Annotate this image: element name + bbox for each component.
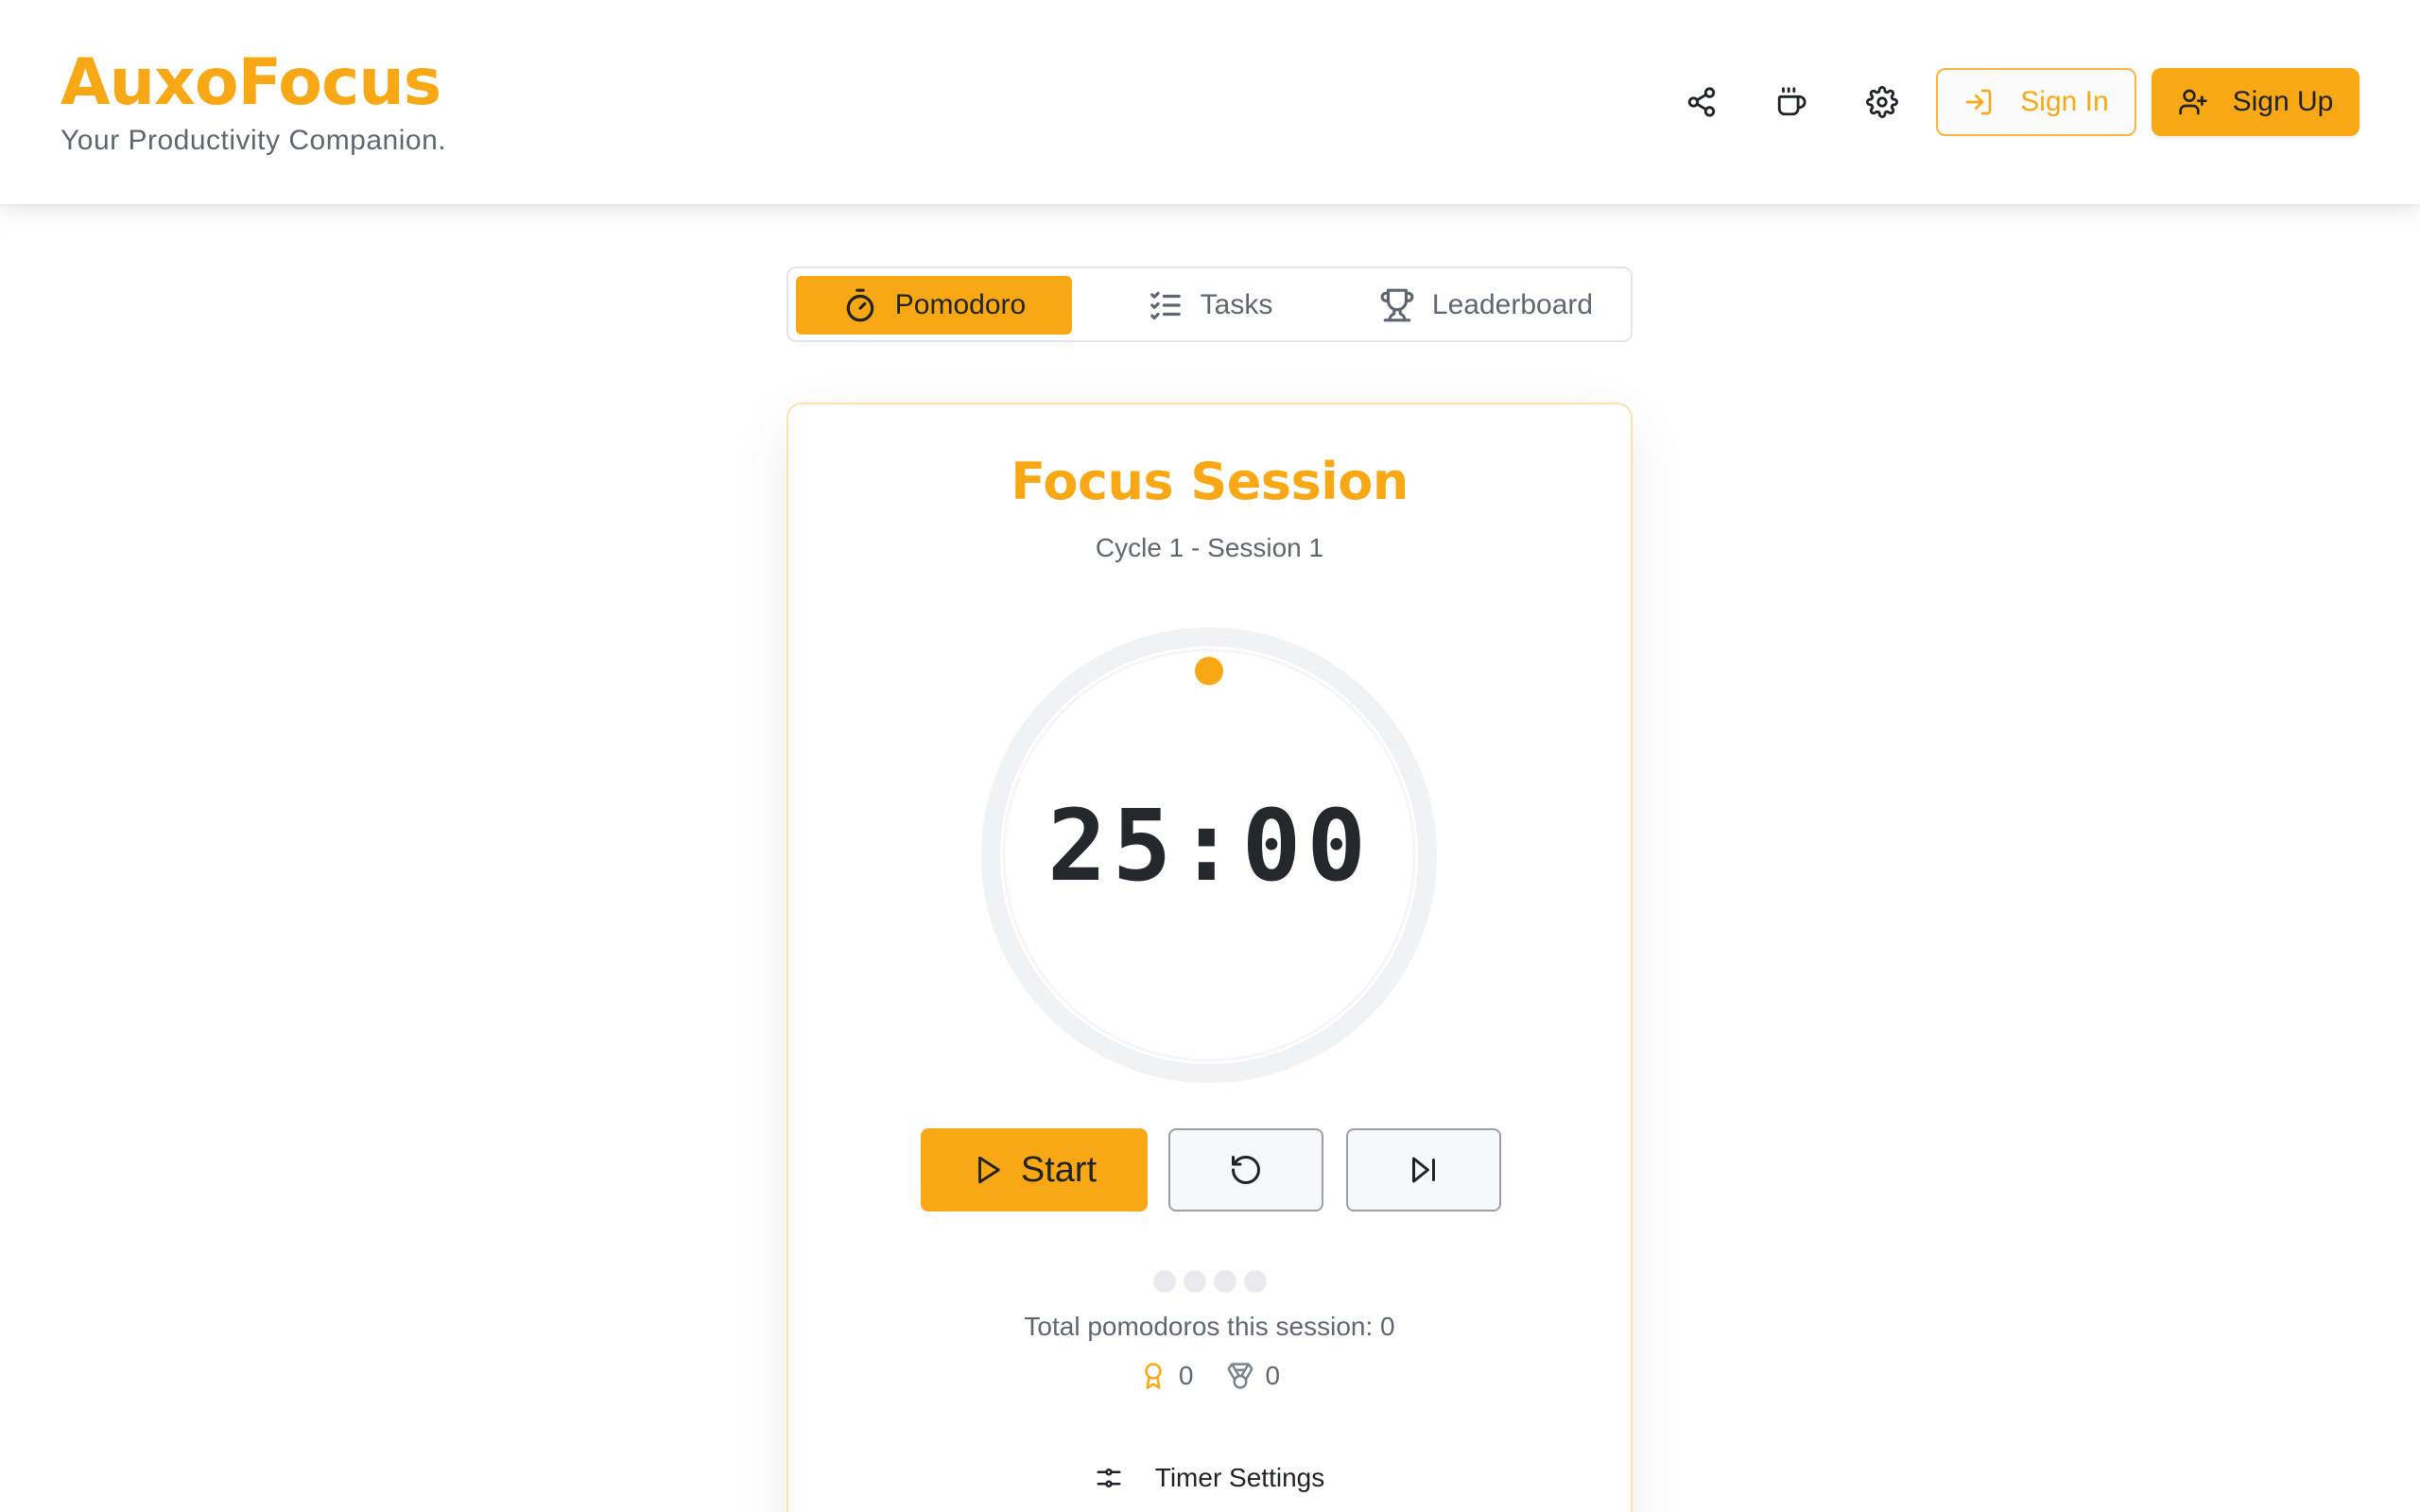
skip-forward-icon (1412, 1157, 1435, 1183)
user-plus-icon (2178, 89, 2207, 115)
sign-in-label: Sign In (2020, 86, 2109, 117)
log-in-icon (1965, 89, 1992, 115)
tab-leaderboard[interactable]: Leaderboard (1348, 276, 1624, 335)
tab-pomodoro[interactable]: Pomodoro (796, 276, 1072, 335)
tab-pomodoro-label: Pomodoro (894, 289, 1027, 320)
total-pomodoros: Total pomodoros this session: 0 (1024, 1312, 1395, 1341)
trophy-icon (1380, 288, 1414, 322)
cycle-dot (1243, 1270, 1267, 1293)
medal-count: 0 (1226, 1361, 1281, 1391)
settings-button[interactable] (1854, 74, 1910, 130)
coffee-icon (1777, 87, 1806, 116)
share-icon (1687, 87, 1716, 117)
tab-tasks[interactable]: Tasks (1074, 276, 1346, 335)
sign-in-button[interactable]: Sign In (1936, 68, 2136, 136)
award-value: 0 (1178, 1361, 1194, 1390)
start-label: Start (1020, 1149, 1098, 1190)
award-icon (1145, 1363, 1162, 1389)
tab-tasks-label: Tasks (1200, 289, 1273, 320)
share-button[interactable] (1673, 74, 1730, 130)
app-header: AuxoFocus Your Productivity Companion. S… (0, 0, 2420, 204)
timer-settings-label: Timer Settings (1154, 1463, 1325, 1492)
awards-row: 0 0 (788, 1361, 1631, 1391)
reset-button[interactable] (1168, 1128, 1323, 1211)
play-icon (977, 1156, 1000, 1184)
sliders-icon (1097, 1469, 1121, 1487)
app-title: AuxoFocus (60, 45, 441, 120)
reset-icon (1232, 1156, 1260, 1184)
app-tagline: Your Productivity Companion. (60, 125, 447, 156)
cycle-progress-dots (788, 1270, 1631, 1293)
start-button[interactable]: Start (921, 1128, 1148, 1211)
cycle-dot (1152, 1270, 1176, 1293)
session-subtitle: Cycle 1 - Session 1 (1095, 533, 1324, 562)
coffee-button[interactable] (1763, 74, 1820, 130)
tab-leaderboard-label: Leaderboard (1431, 289, 1594, 320)
cycle-dot (1183, 1270, 1206, 1293)
session-title: Focus Session (1011, 452, 1409, 511)
gear-icon (1866, 86, 1898, 118)
award-count: 0 (1139, 1361, 1194, 1391)
sign-up-label: Sign Up (2232, 86, 2334, 117)
mode-tabs: Pomodoro Tasks Leaderboard (786, 266, 1633, 342)
medal-icon (1227, 1363, 1253, 1389)
focus-session-card: Focus Session Cycle 1 - Session 1 25:00 … (786, 403, 1633, 1512)
cycle-dot (1213, 1270, 1236, 1293)
timer-icon (846, 288, 874, 322)
ring-progress-handle (1195, 657, 1223, 685)
timer-settings-toggle[interactable]: Timer Settings (788, 1463, 1631, 1493)
brand: AuxoFocus Your Productivity Companion. (60, 45, 446, 157)
checklist-icon (1150, 291, 1181, 320)
sign-up-button[interactable]: Sign Up (2152, 68, 2360, 136)
skip-button[interactable] (1346, 1128, 1501, 1211)
timer-display: 25:00 (1046, 788, 1373, 903)
medal-value: 0 (1265, 1361, 1281, 1390)
